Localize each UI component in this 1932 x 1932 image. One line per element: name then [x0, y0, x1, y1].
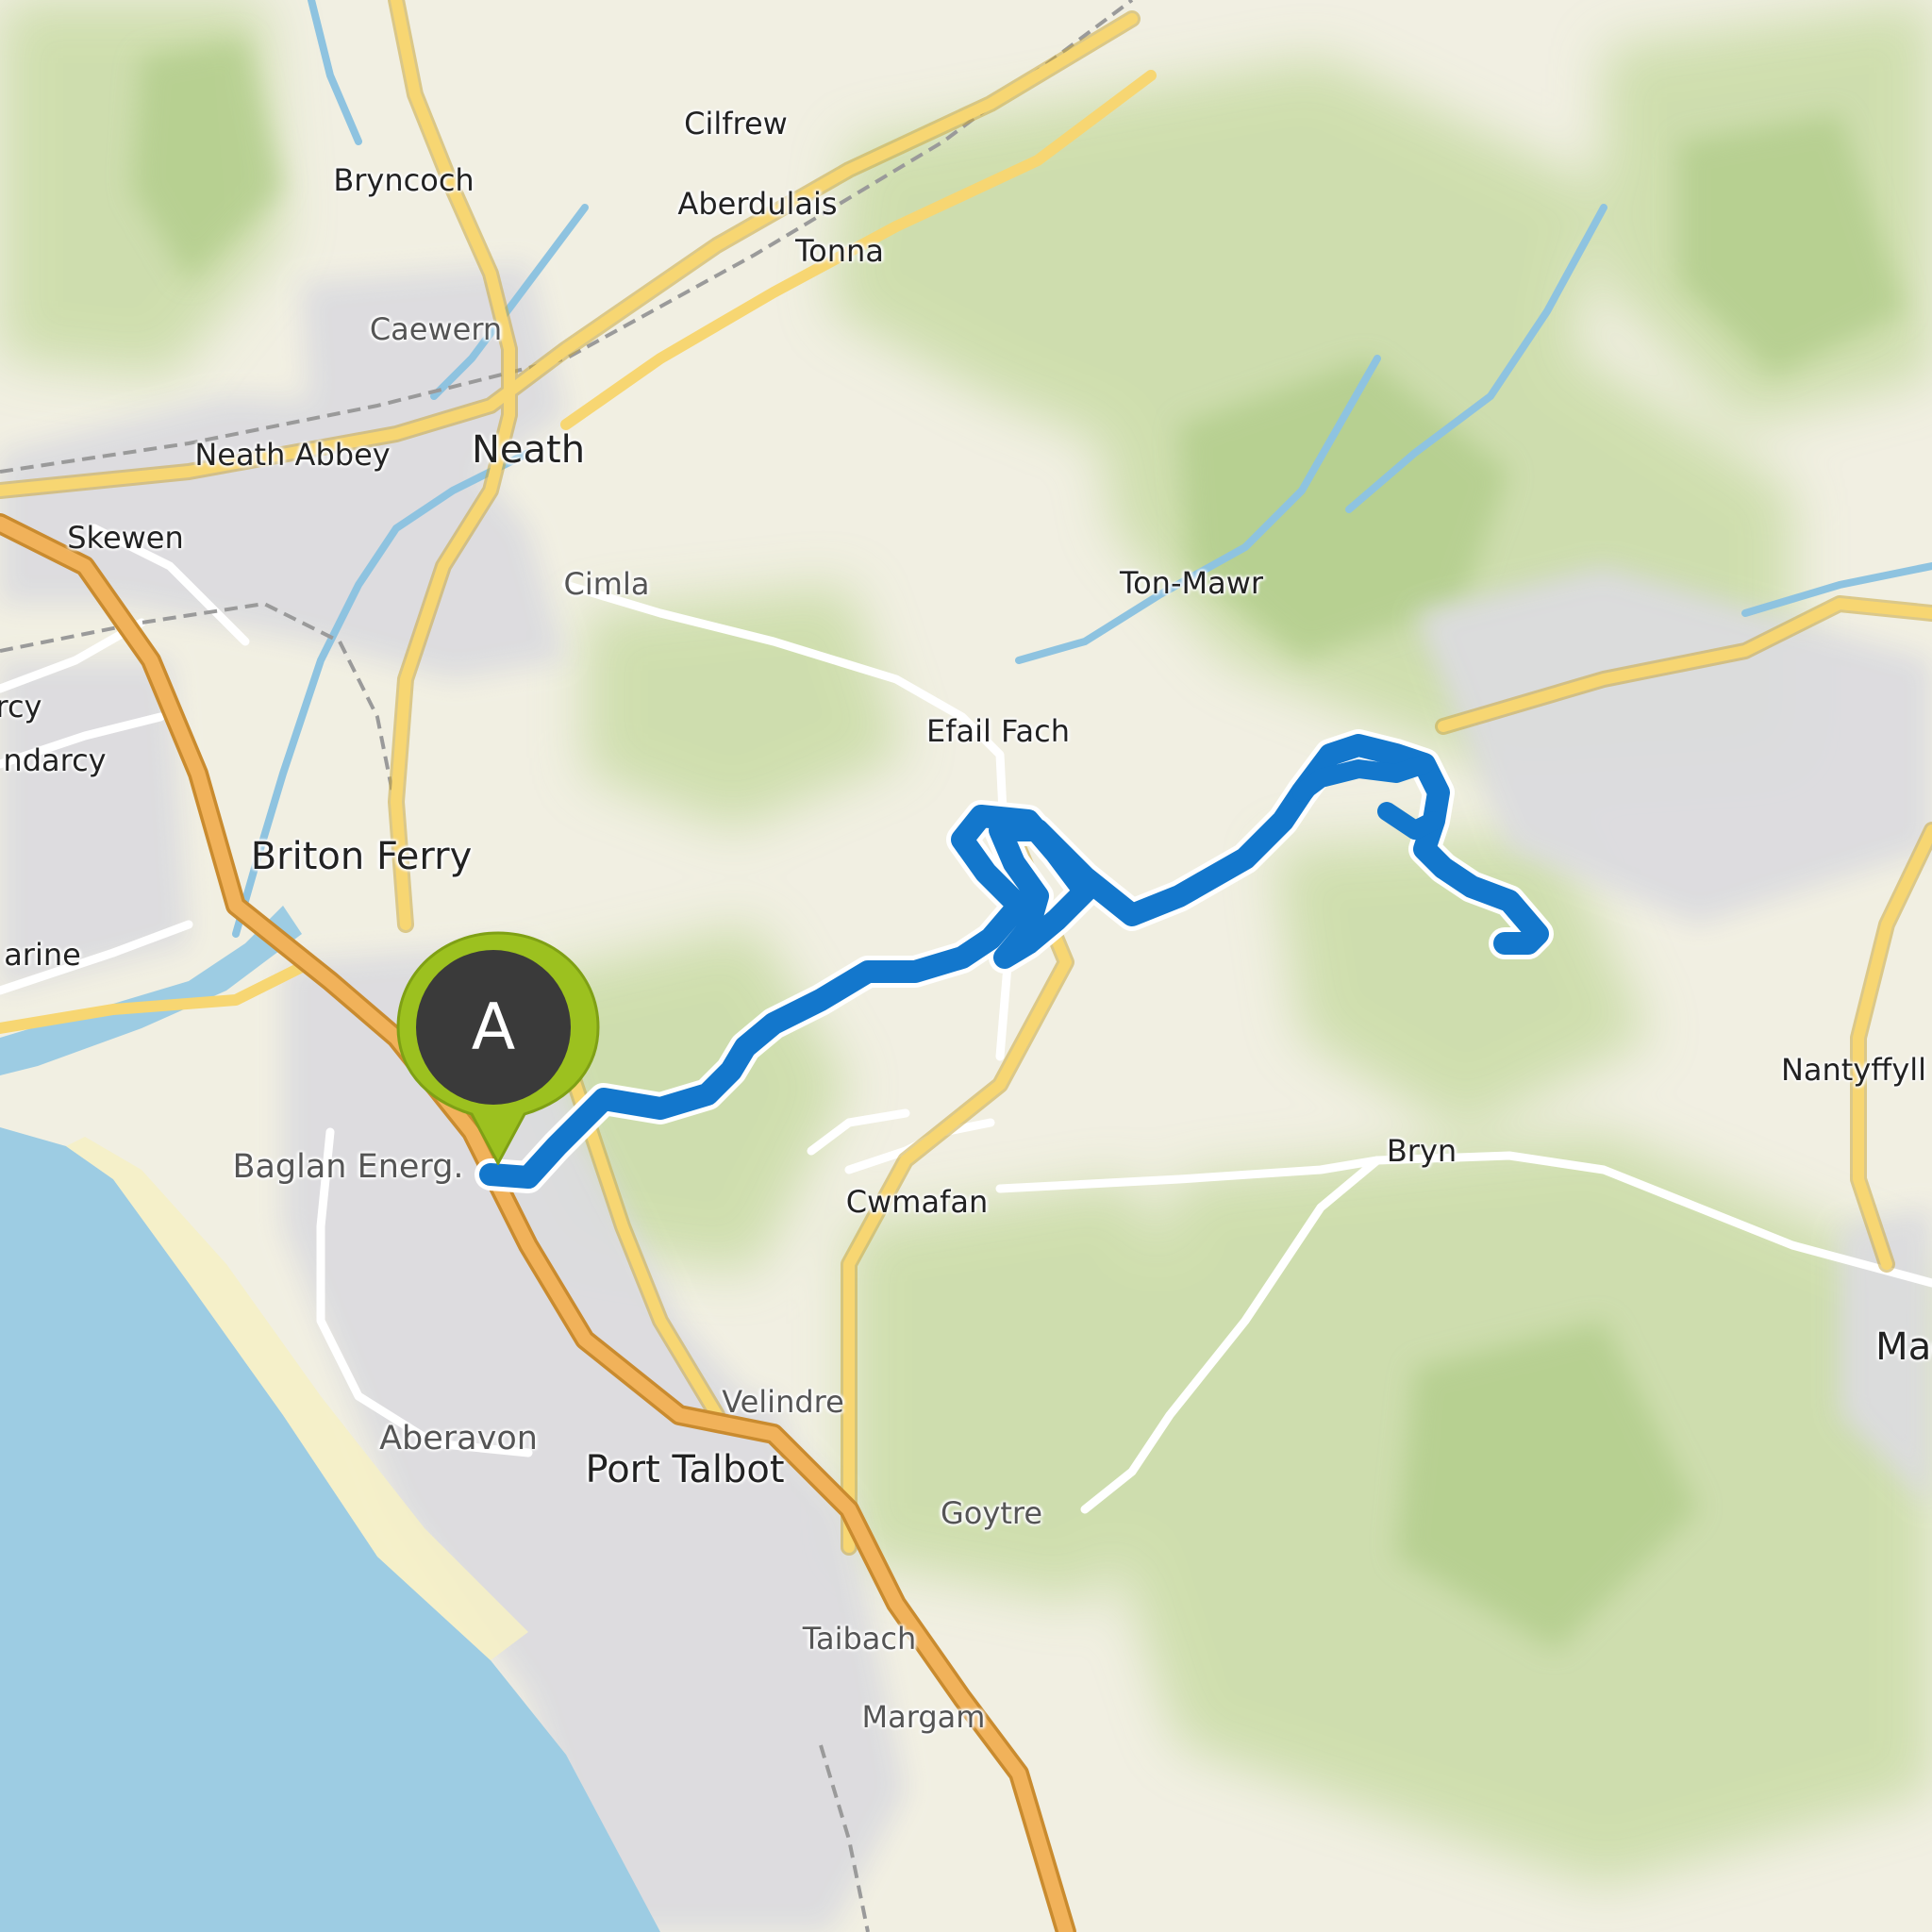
start-marker-letter: A — [471, 990, 516, 1065]
map-background — [0, 0, 1932, 1932]
place-label-margam: Margam — [861, 1699, 986, 1735]
place-label-velindre: Velindre — [722, 1384, 844, 1420]
place-label-cilfrew: Cilfrew — [684, 106, 788, 142]
place-label-bryncoch: Bryncoch — [333, 162, 475, 198]
place-label-aberavon: Aberavon — [379, 1420, 538, 1457]
place-label-nantyffyll: Nantyffyll — [1780, 1052, 1927, 1088]
place-label-bryn: Bryn — [1386, 1133, 1457, 1169]
place-label-skewen: Skewen — [67, 520, 184, 556]
place-label-taibach: Taibach — [802, 1621, 917, 1657]
place-label-cimla: Cimla — [563, 566, 650, 602]
place-label-tonna: Tonna — [795, 233, 884, 269]
place-label-rcy: rcy — [0, 689, 42, 724]
place-label-mae: Mae — [1875, 1325, 1932, 1369]
place-label-port-talbot: Port Talbot — [585, 1448, 785, 1491]
place-label-cwmafan: Cwmafan — [845, 1184, 989, 1220]
map-view[interactable]: Cilfrew Bryncoch Aberdulais Tonna Caewer… — [0, 0, 1932, 1932]
place-label-ton-mawr: Ton-Mawr — [1119, 565, 1264, 601]
place-label-goytre: Goytre — [941, 1495, 1042, 1531]
place-label-neath: Neath — [471, 428, 586, 472]
start-marker[interactable]: A — [394, 929, 602, 1165]
place-label-caewern: Caewern — [369, 311, 503, 347]
place-label-neath-abbey: Neath Abbey — [194, 437, 391, 473]
place-label-aberdulais: Aberdulais — [677, 186, 838, 222]
place-label-arine: arine — [4, 937, 81, 973]
place-label-ndarcy: ndarcy — [3, 742, 107, 778]
place-label-efail-fach: Efail Fach — [926, 713, 1070, 749]
place-label-briton-ferry: Briton Ferry — [250, 835, 473, 878]
